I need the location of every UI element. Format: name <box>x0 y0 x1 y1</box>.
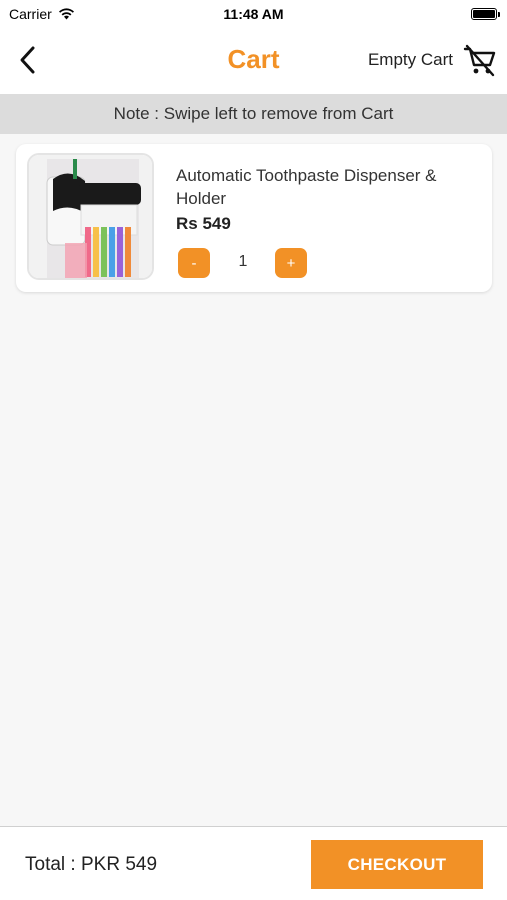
cart-footer: Total : PKR 549 CHECKOUT <box>0 826 507 900</box>
decrease-quantity-button[interactable]: - <box>178 248 210 278</box>
status-time: 11:48 AM <box>223 6 284 22</box>
battery-full-icon <box>471 8 500 20</box>
cart-remove-icon <box>463 44 496 77</box>
nav-bar: Cart Empty Cart <box>0 30 507 94</box>
product-price: Rs 549 <box>176 214 231 233</box>
quantity-value: 1 <box>238 253 248 270</box>
swipe-note: Note : Swipe left to remove from Cart <box>0 94 507 134</box>
status-bar: Carrier 11:48 AM <box>0 0 507 30</box>
product-image <box>27 153 154 280</box>
cart-item[interactable]: Automatic Toothpaste Dispenser & Holder … <box>16 144 492 292</box>
total-amount: Total : PKR 549 <box>25 854 158 875</box>
increase-quantity-button[interactable]: + <box>275 248 307 278</box>
empty-cart-button[interactable]: Empty Cart <box>368 40 497 80</box>
back-button[interactable] <box>10 42 46 78</box>
product-name: Automatic Toothpaste Dispenser & Holder <box>176 166 437 208</box>
empty-cart-label: Empty Cart <box>367 50 453 69</box>
checkout-button[interactable]: CHECKOUT <box>311 840 483 889</box>
chevron-left-icon <box>20 46 35 74</box>
